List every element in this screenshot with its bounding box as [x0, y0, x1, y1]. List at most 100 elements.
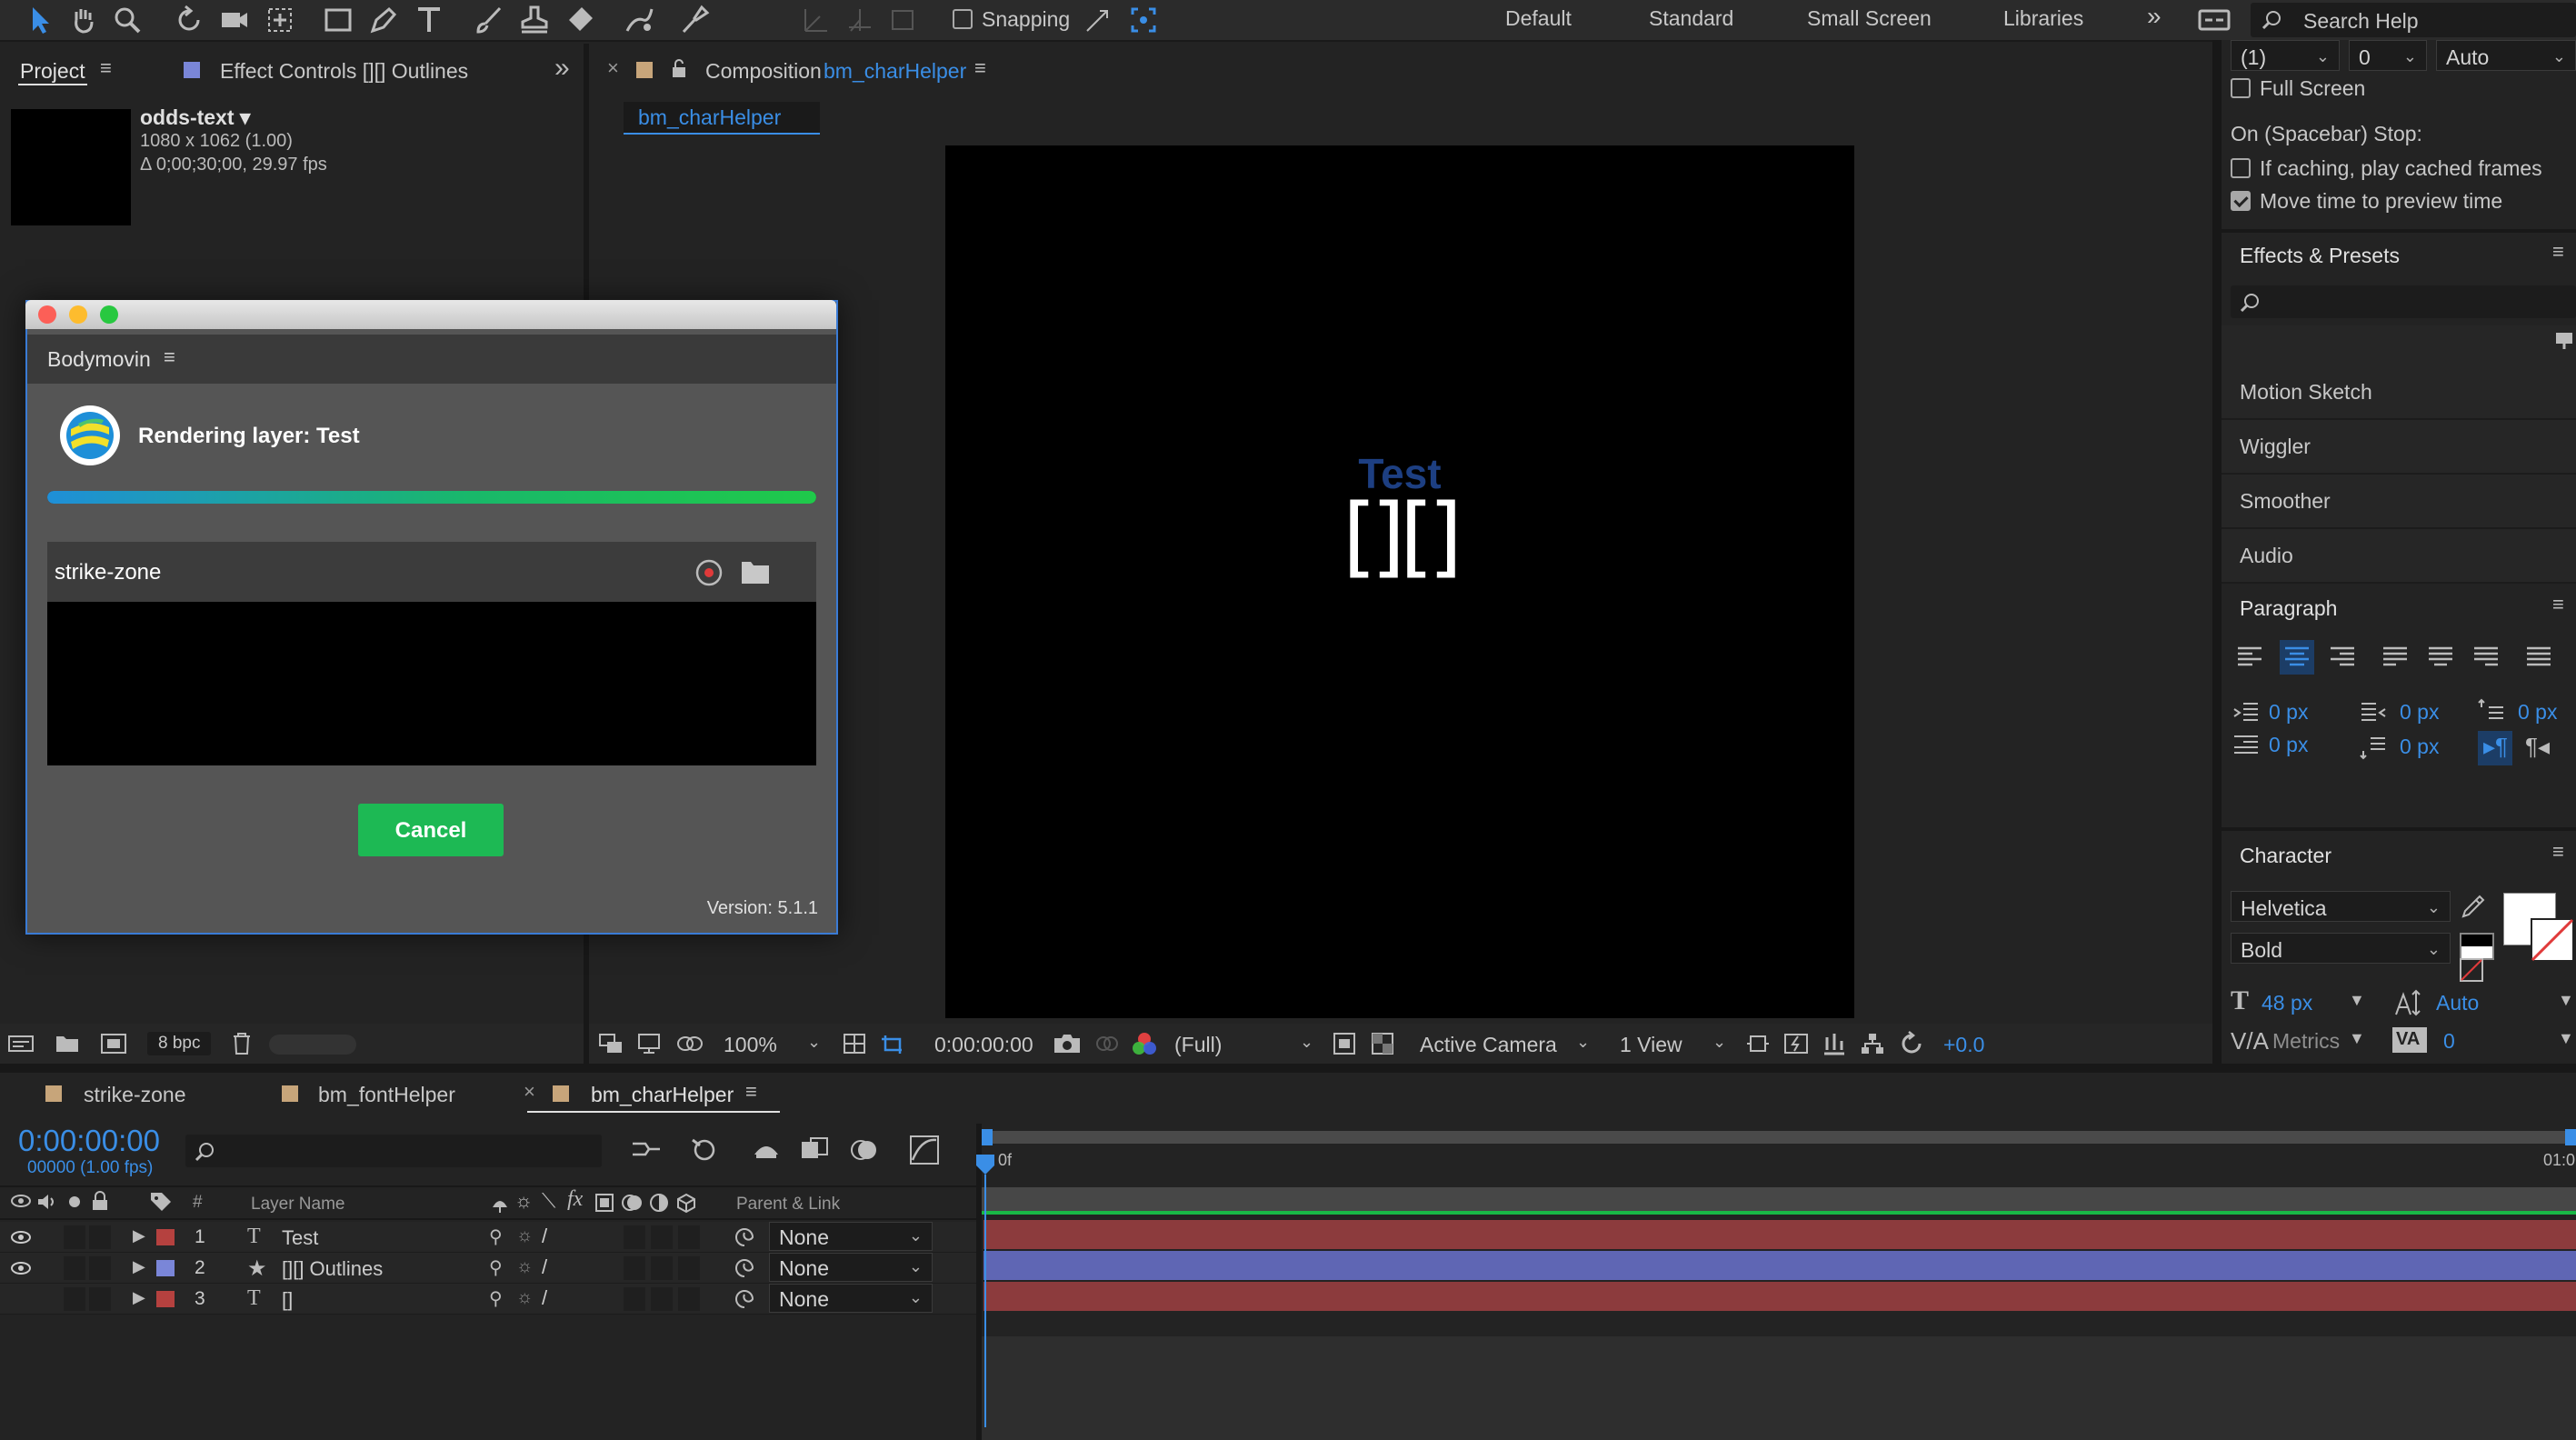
justify-left-icon[interactable]: [2381, 644, 2409, 671]
switch-slot[interactable]: [678, 1256, 700, 1280]
collapse-toggle-icon[interactable]: ☼: [516, 1256, 533, 1277]
lock-switch[interactable]: [89, 1256, 111, 1280]
indent-right-value[interactable]: 0 px: [2400, 700, 2439, 725]
work-area-bar[interactable]: [982, 1131, 2576, 1144]
monitor-icon[interactable]: [636, 1033, 662, 1055]
tab-project[interactable]: Project: [20, 59, 85, 84]
quality-toggle-icon[interactable]: /: [542, 1255, 547, 1279]
zoom-chevron-icon[interactable]: ⌄: [807, 1033, 821, 1052]
align-right-icon[interactable]: [2329, 644, 2356, 671]
playhead[interactable]: [974, 1155, 996, 1427]
search-help-box[interactable]: Search Help: [2251, 3, 2576, 37]
layer-duration-bar[interactable]: [983, 1282, 2576, 1311]
layer-row[interactable]: ▶ 3 T [] ⚲ ☼ / None ⌄: [0, 1284, 976, 1315]
kerning-chevron-icon[interactable]: ▼: [2349, 1029, 2365, 1048]
timeline-icon[interactable]: [1822, 1032, 1847, 1055]
solo-switch[interactable]: [64, 1287, 85, 1311]
camera-value[interactable]: Active Camera: [1420, 1033, 1557, 1057]
views-value[interactable]: 1 View: [1620, 1033, 1682, 1057]
parent-select[interactable]: None ⌄: [769, 1253, 933, 1282]
rotate-tool-icon[interactable]: [173, 4, 205, 36]
lock-switch[interactable]: [89, 1287, 111, 1311]
solo-switch[interactable]: [64, 1225, 85, 1249]
parent-select[interactable]: None ⌄: [769, 1284, 933, 1313]
frame-blending-icon[interactable]: [800, 1136, 829, 1164]
safe-margins-icon[interactable]: [842, 1032, 867, 1055]
justify-right-icon[interactable]: [2472, 644, 2500, 671]
switch-slot[interactable]: [624, 1225, 645, 1249]
switch-slot[interactable]: [678, 1287, 700, 1311]
workspace-libraries[interactable]: Libraries: [2003, 6, 2083, 31]
switch-slot[interactable]: [624, 1256, 645, 1280]
eyedropper-icon[interactable]: [2460, 893, 2487, 920]
maximize-window-icon[interactable]: [100, 305, 118, 324]
cached-frames-checkbox[interactable]: [2231, 158, 2251, 178]
close-window-icon[interactable]: [38, 305, 56, 324]
justify-center-icon[interactable]: [2427, 644, 2454, 671]
workspace-small-screen[interactable]: Small Screen: [1807, 6, 1932, 31]
comp-tab-name[interactable]: bm_charHelper: [824, 59, 966, 84]
font-family-select[interactable]: Helvetica ⌄: [2231, 891, 2451, 922]
collapse-toggle-icon[interactable]: ☼: [516, 1287, 533, 1308]
close-comp-tab-icon[interactable]: ×: [607, 56, 619, 80]
layer-label-color[interactable]: [156, 1229, 175, 1245]
graph-editor-icon[interactable]: [909, 1135, 940, 1165]
pan-behind-tool-icon[interactable]: [264, 4, 296, 36]
layer-label-color[interactable]: [156, 1260, 175, 1276]
work-area-start-handle[interactable]: [982, 1129, 993, 1145]
tab-bm-fonthelper[interactable]: bm_fontHelper: [318, 1083, 455, 1107]
skip-select[interactable]: 0 ⌄: [2349, 40, 2427, 71]
toggle-mask-icon[interactable]: [880, 1032, 905, 1055]
timeline-divider[interactable]: [0, 1064, 2576, 1073]
effects-search-input[interactable]: [2231, 285, 2576, 318]
fast-previews-icon[interactable]: [1783, 1033, 1809, 1055]
shy-toggle-icon[interactable]: ⚲: [489, 1256, 503, 1279]
snapshot-camera-icon[interactable]: [1053, 1033, 1082, 1055]
collapse-toggle-icon[interactable]: ☼: [516, 1225, 533, 1246]
preview-resolution-select[interactable]: Auto ⌄: [2436, 40, 2576, 71]
expand-arrow-icon[interactable]: ▶: [133, 1226, 145, 1245]
timeline-menu-icon[interactable]: ≡: [745, 1080, 757, 1104]
font-style-select[interactable]: Bold ⌄: [2231, 933, 2451, 964]
justify-all-icon[interactable]: [2525, 644, 2552, 671]
new-folder-icon[interactable]: [55, 1033, 80, 1055]
selection-tool-icon[interactable]: [24, 4, 56, 36]
frame-rate-select[interactable]: (1) ⌄: [2231, 40, 2340, 71]
move-time-checkbox[interactable]: [2231, 191, 2251, 211]
full-screen-checkbox[interactable]: [2231, 78, 2251, 98]
show-snapshot-icon[interactable]: [1094, 1033, 1120, 1055]
workspace-standard[interactable]: Standard: [1649, 6, 1733, 31]
eraser-tool-icon[interactable]: [564, 4, 596, 36]
roto-brush-tool-icon[interactable]: [624, 4, 656, 36]
comp-timecode[interactable]: 0:00:00:00: [934, 1033, 1033, 1057]
stroke-color-swatch[interactable]: [2531, 918, 2574, 962]
visibility-eye-off[interactable]: [11, 1291, 31, 1307]
leading-value[interactable]: Auto: [2436, 991, 2479, 1015]
tab-bm-charhelper[interactable]: bm_charHelper: [591, 1083, 734, 1107]
shy-toggle-icon[interactable]: ⚲: [489, 1287, 503, 1310]
time-ruler-area[interactable]: 0f 01:0: [982, 1129, 2576, 1173]
new-composition-icon[interactable]: [100, 1032, 127, 1055]
tracking-chevron-icon[interactable]: ▼: [2558, 1029, 2574, 1048]
sync-settings-icon[interactable]: [2198, 4, 2231, 36]
pick-whip-icon[interactable]: [734, 1227, 754, 1247]
ltr-direction-icon[interactable]: ▸¶: [2483, 733, 2508, 761]
layer-name[interactable]: Test: [282, 1226, 318, 1250]
expand-arrow-icon[interactable]: ▶: [133, 1288, 145, 1307]
switch-slot[interactable]: [651, 1256, 673, 1280]
set-black-white-icon[interactable]: [2460, 933, 2494, 960]
kerning-value[interactable]: Metrics: [2272, 1029, 2340, 1054]
switch-slot[interactable]: [624, 1287, 645, 1311]
lock-icon[interactable]: [671, 58, 687, 78]
visibility-eye-icon[interactable]: [11, 1260, 31, 1276]
flowchart-icon[interactable]: [1860, 1032, 1885, 1055]
col-layer-name[interactable]: Layer Name: [251, 1195, 345, 1215]
close-timeline-tab-icon[interactable]: ×: [524, 1080, 535, 1104]
tracking-value[interactable]: 0: [2443, 1029, 2455, 1054]
layer-name[interactable]: [][] Outlines: [282, 1257, 383, 1281]
visibility-eye-icon[interactable]: [11, 1229, 31, 1245]
minimize-window-icon[interactable]: [69, 305, 87, 324]
comp-menu-icon[interactable]: ≡: [974, 56, 986, 80]
right-panel-divider[interactable]: [2212, 40, 2222, 1064]
align-left-icon[interactable]: [2236, 644, 2263, 671]
